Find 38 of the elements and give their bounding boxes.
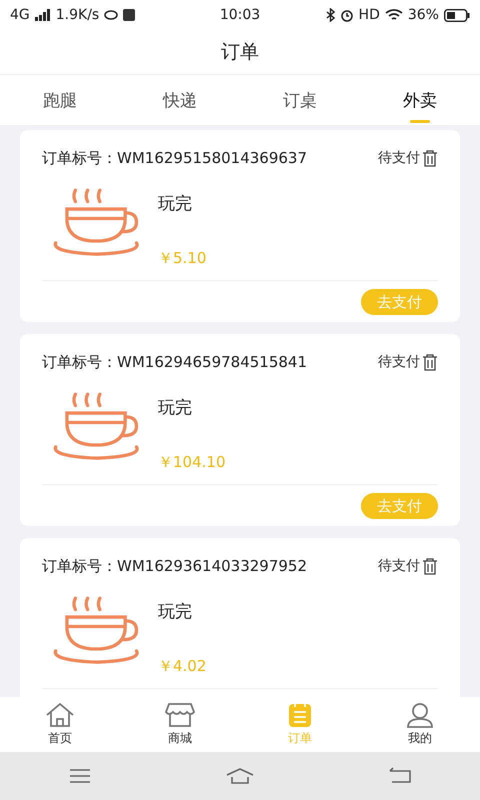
order-status: 待支付 [378, 149, 420, 167]
order-status: 待支付 [378, 557, 420, 575]
nav-item[interactable]: 首页 [0, 697, 120, 752]
trash-icon[interactable] [422, 150, 438, 166]
item-name: 玩完 [158, 601, 193, 623]
battery-icon [444, 8, 470, 22]
order-tab[interactable]: 外卖 [360, 75, 480, 125]
nav-item[interactable]: 商城 [120, 697, 240, 752]
order-number: 订单标号：WM16294659784515841 [42, 352, 308, 372]
alarm-icon [340, 8, 354, 22]
item-price: ￥104.10 [158, 453, 226, 472]
order-number: 订单标号：WM16295158014369637 [42, 148, 308, 168]
battery-percent: 36% [408, 7, 439, 23]
network-type: 4G [10, 7, 30, 23]
page-title: 订单 [221, 40, 259, 65]
item-name: 玩完 [158, 397, 193, 419]
signal-icon [34, 9, 51, 21]
store-icon [165, 702, 195, 728]
user-icon [405, 702, 435, 728]
order-tab[interactable]: 跑腿 [0, 75, 120, 125]
home-icon [45, 702, 75, 728]
item-price: ￥5.10 [158, 249, 206, 268]
trash-icon[interactable] [422, 354, 438, 370]
nav-item[interactable]: 我的 [360, 697, 480, 752]
order-tab[interactable]: 订桌 [240, 75, 360, 125]
trash-icon[interactable] [422, 558, 438, 574]
wifi-icon [384, 8, 403, 22]
network-speed: 1.9K/s [56, 7, 100, 23]
order-number: 订单标号：WM16293614033297952 [42, 556, 308, 576]
clock-time: 10:03 [220, 7, 260, 23]
hd-indicator: HD [358, 7, 380, 23]
order-status: 待支付 [378, 353, 420, 371]
app-icon [123, 9, 136, 21]
item-name: 玩完 [158, 193, 193, 215]
order-tab[interactable]: 快递 [120, 75, 240, 125]
home-icon[interactable] [226, 766, 254, 786]
item-price: ￥4.02 [158, 657, 206, 676]
bluetooth-icon [326, 8, 335, 22]
